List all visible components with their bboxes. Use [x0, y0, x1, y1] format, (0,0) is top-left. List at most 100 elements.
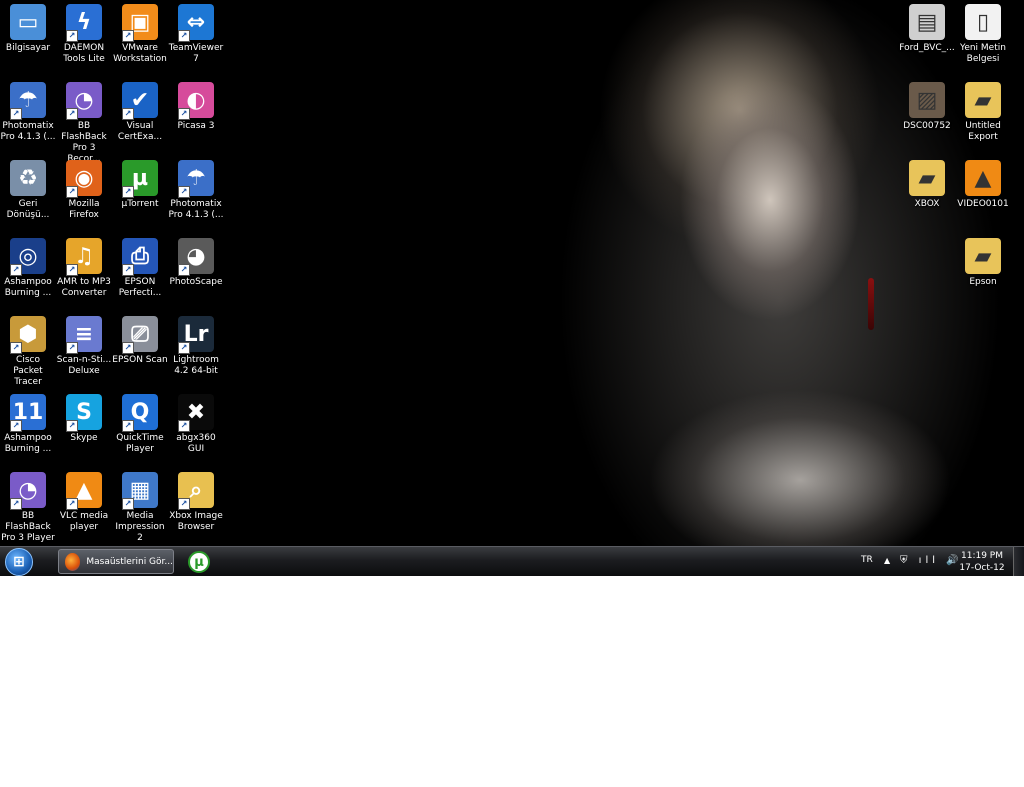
desktop-icon[interactable]: ▲ ↗ VLC media player — [56, 472, 112, 533]
epson-perfection-icon: ⎙ ↗ — [122, 238, 158, 276]
shortcut-arrow-icon: ↗ — [178, 264, 190, 276]
image-file-icon: ▨ — [909, 82, 945, 118]
desktop-icon-label: Geri Dönüşü... — [6, 199, 50, 220]
desktop-icon[interactable]: ▤ Ford_BVC_... — [899, 4, 955, 54]
desktop-icon-label: Scan-n-Sti... Deluxe — [56, 355, 112, 376]
desktop-icon[interactable]: ⌕ ↗ Xbox Image Browser — [168, 472, 224, 533]
text-file-icon: ▯ — [965, 4, 1001, 40]
desktop-icon[interactable]: ♻ Geri Dönüşü... — [0, 160, 56, 221]
shortcut-arrow-icon: ↗ — [178, 30, 190, 42]
desktop-icon-label: Media Impression 2 — [115, 511, 165, 543]
desktop-icon[interactable]: µ ↗ µTorrent — [112, 160, 168, 210]
desktop-icon[interactable]: ⇔ ↗ TeamViewer 7 — [168, 4, 224, 65]
desktop-icon[interactable]: ▨ DSC00752 — [899, 82, 955, 132]
desktop-icon[interactable]: Lr ↗ Lightroom 4.2 64-bit — [168, 316, 224, 377]
shortcut-arrow-icon: ↗ — [178, 420, 190, 432]
desktop-icon[interactable]: ♫ ↗ AMR to MP3 Converter — [56, 238, 112, 299]
desktop-icon[interactable]: ☂ ↗ Photomatix Pro 4.1.3 (... — [168, 160, 224, 221]
desktop-icon-label: VLC media player — [59, 511, 109, 532]
bb-flashback-player-icon: ◔ ↗ — [10, 472, 46, 510]
wallpaper-detail — [868, 278, 874, 330]
desktop-icon[interactable]: ϟ ↗ DAEMON Tools Lite — [56, 4, 112, 65]
desktop-icon[interactable]: ◐ ↗ Picasa 3 — [168, 82, 224, 132]
desktop-icon[interactable]: Q ↗ QuickTime Player — [112, 394, 168, 455]
utorrent-icon: µ ↗ — [122, 160, 158, 198]
visual-certexam-icon: ✔ ↗ — [122, 82, 158, 120]
desktop-icon-label: Ashampoo Burning ... — [4, 433, 52, 454]
scan-n-stitch-icon: ≡ ↗ — [66, 316, 102, 354]
shortcut-arrow-icon: ↗ — [66, 420, 78, 432]
desktop-icon[interactable]: ⎚ ↗ EPSON Scan — [112, 316, 168, 366]
firefox-icon — [65, 552, 81, 571]
xbox-image-browser-icon: ⌕ ↗ — [178, 472, 214, 510]
show-desktop-button[interactable] — [1013, 547, 1024, 576]
desktop-icon[interactable]: ✖ ↗ abgx360 GUI — [168, 394, 224, 455]
computer-icon: ▭ — [10, 4, 46, 40]
desktop-icon-label: BB FlashBack Pro 3 Player — [1, 511, 55, 543]
desktop-icon[interactable]: ▭ Bilgisayar — [0, 4, 56, 54]
epson-scan-icon: ⎚ ↗ — [122, 316, 158, 354]
desktop-icon[interactable]: ✔ ↗ Visual CertExa... — [112, 82, 168, 143]
desktop-icon[interactable]: 11 ↗ Ashampoo Burning ... — [0, 394, 56, 455]
pdf-file-icon: ▤ — [909, 4, 945, 40]
desktop: ▭ Bilgisayar ϟ ↗ DAEMON Tools Lite ▣ ↗ VMware W… — [0, 0, 1024, 546]
desktop-icon-label: Lightroom 4.2 64-bit — [173, 355, 219, 376]
desktop-icon[interactable]: ▰ Untitled Export — [955, 82, 1011, 143]
desktop-icon[interactable]: ≡ ↗ Scan-n-Sti... Deluxe — [56, 316, 112, 377]
recycle-bin-icon: ♻ — [10, 160, 46, 196]
shortcut-arrow-icon: ↗ — [122, 498, 134, 510]
desktop-icon-label: BB FlashBack Pro 3 Recor... — [61, 121, 107, 164]
shortcut-arrow-icon: ↗ — [10, 342, 22, 354]
desktop-icon[interactable]: ▦ ↗ Media Impression 2 — [112, 472, 168, 544]
amr-converter-icon: ♫ ↗ — [66, 238, 102, 276]
language-indicator[interactable]: TR — [861, 555, 873, 565]
clock[interactable]: 11:19 PM 17-Oct-12 — [956, 550, 1008, 574]
show-hidden-icons-button[interactable]: ▲ — [884, 556, 890, 565]
teamviewer-icon: ⇔ ↗ — [178, 4, 214, 42]
desktop-icon[interactable]: ◔ ↗ BB FlashBack Pro 3 Player — [0, 472, 56, 544]
desktop-icon[interactable]: S ↗ Skype — [56, 394, 112, 444]
tray-status-icons[interactable]: ⛨ ıll 🔊 — [900, 555, 963, 566]
taskbar: ⊞ Masaüstlerini Gör... µ TR ▲ ⛨ ıll 🔊 11… — [0, 546, 1024, 576]
desktop-icon[interactable]: ▰ Epson — [955, 238, 1011, 288]
desktop-icon-label: VIDEO0101 — [957, 199, 1009, 209]
shortcut-arrow-icon: ↗ — [178, 108, 190, 120]
desktop-icon-label: Bilgisayar — [5, 43, 51, 53]
vlc-icon: ▲ ↗ — [66, 472, 102, 510]
lightroom-icon: Lr ↗ — [178, 316, 214, 354]
desktop-icon-label: Mozilla Firefox — [68, 199, 100, 220]
taskbar-utorrent-button[interactable]: µ — [188, 551, 210, 573]
desktop-icon[interactable]: ▰ XBOX — [899, 160, 955, 210]
clock-time: 11:19 PM — [961, 551, 1003, 561]
desktop-icon[interactable]: ☂ ↗ Photomatix Pro 4.1.3 (... — [0, 82, 56, 143]
vmware-icon: ▣ ↗ — [122, 4, 158, 42]
skype-icon: S ↗ — [66, 394, 102, 432]
media-impression-icon: ▦ ↗ — [122, 472, 158, 510]
shortcut-arrow-icon: ↗ — [66, 108, 78, 120]
shortcut-arrow-icon: ↗ — [122, 420, 134, 432]
desktop-icon-label: abgx360 GUI — [176, 433, 216, 454]
desktop-icon[interactable]: ⎙ ↗ EPSON Perfecti... — [112, 238, 168, 299]
firefox-icon: ◉ ↗ — [66, 160, 102, 198]
desktop-icon[interactable]: ⬢ ↗ Cisco Packet Tracer — [0, 316, 56, 388]
desktop-icon[interactable]: ◔ ↗ BB FlashBack Pro 3 Recor... — [56, 82, 112, 165]
start-button[interactable]: ⊞ — [5, 548, 33, 576]
desktop-icon[interactable]: ▣ ↗ VMware Workstation — [112, 4, 168, 65]
desktop-icon[interactable]: ◉ ↗ Mozilla Firefox — [56, 160, 112, 221]
shortcut-arrow-icon: ↗ — [66, 186, 78, 198]
desktop-icon-label: Xbox Image Browser — [169, 511, 223, 532]
shortcut-arrow-icon: ↗ — [10, 498, 22, 510]
desktop-icon-label: EPSON Scan — [112, 355, 168, 365]
quicktime-icon: Q ↗ — [122, 394, 158, 432]
folder-icon: ▰ — [909, 160, 945, 196]
desktop-icon[interactable]: ▯ Yeni Metin Belgesi — [955, 4, 1011, 65]
shortcut-arrow-icon: ↗ — [122, 342, 134, 354]
desktop-icon[interactable]: ◕ ↗ PhotoScape — [168, 238, 224, 288]
desktop-icon[interactable]: ◎ ↗ Ashampoo Burning ... — [0, 238, 56, 299]
desktop-icon-label: Skype — [70, 433, 98, 443]
desktop-icon[interactable]: ▲ VIDEO0101 — [955, 160, 1011, 210]
taskbar-firefox-button[interactable]: Masaüstlerini Gör... — [58, 549, 174, 574]
desktop-icon-label: µTorrent — [121, 199, 159, 209]
desktop-icon-label: Epson — [969, 277, 997, 287]
shortcut-arrow-icon: ↗ — [10, 420, 22, 432]
